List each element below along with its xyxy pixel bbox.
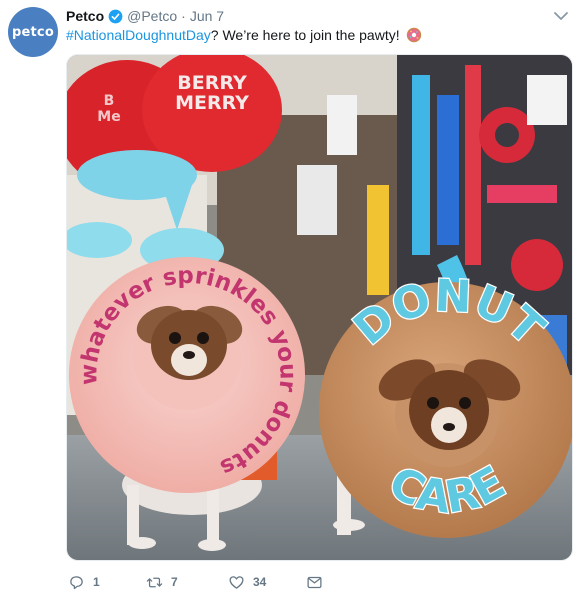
avatar-logo-text: petco bbox=[12, 24, 54, 40]
envelope-icon bbox=[307, 576, 322, 588]
author-handle[interactable]: @Petco bbox=[127, 8, 177, 24]
author-name[interactable]: Petco bbox=[66, 8, 104, 24]
sign-side-1: B bbox=[104, 93, 115, 109]
reply-icon bbox=[70, 575, 83, 589]
brown-donut-collar: DONUT CARE bbox=[319, 269, 572, 538]
tweet-actions: 1 7 34 bbox=[66, 573, 366, 591]
sign-line-2: MERRY bbox=[175, 92, 249, 114]
tweet-text: #NationalDoughnutDay? We’re here to join… bbox=[66, 26, 422, 45]
sign-line-1: BERRY bbox=[177, 72, 247, 94]
direct-message-button[interactable] bbox=[306, 573, 331, 591]
like-count: 34 bbox=[253, 575, 267, 589]
avatar[interactable]: petco bbox=[8, 7, 58, 57]
retweet-count: 7 bbox=[171, 575, 178, 589]
donut-emoji-icon bbox=[406, 27, 421, 43]
tweet-date[interactable]: Jun 7 bbox=[190, 8, 224, 24]
chevron-down-icon[interactable] bbox=[553, 10, 569, 22]
tweet: petco Petco @Petco · Jun 7 #NationalDoug… bbox=[0, 0, 581, 597]
sign-side-2: Me bbox=[97, 109, 120, 125]
pink-donut-collar: whatever sprinkles your donuts bbox=[69, 257, 305, 493]
heart-icon bbox=[229, 575, 244, 589]
verified-badge-icon bbox=[108, 9, 123, 23]
retweet-icon bbox=[146, 577, 163, 587]
reply-button[interactable]: 1 bbox=[68, 573, 100, 591]
separator-dot: · bbox=[181, 8, 186, 24]
tweet-body-text: ? We’re here to join the pawty! bbox=[210, 27, 400, 43]
hashtag-link[interactable]: #NationalDoughnutDay bbox=[66, 27, 211, 43]
like-button[interactable]: 34 bbox=[228, 573, 266, 591]
tweet-photo[interactable]: BERRY MERRY B Me whatever sprinkles your… bbox=[66, 54, 573, 561]
reply-count: 1 bbox=[93, 575, 100, 589]
photo-scene: BERRY MERRY B Me whatever sprinkles your… bbox=[67, 55, 572, 560]
retweet-button[interactable]: 7 bbox=[146, 573, 178, 591]
tweet-header: Petco @Petco · Jun 7 bbox=[66, 7, 224, 25]
